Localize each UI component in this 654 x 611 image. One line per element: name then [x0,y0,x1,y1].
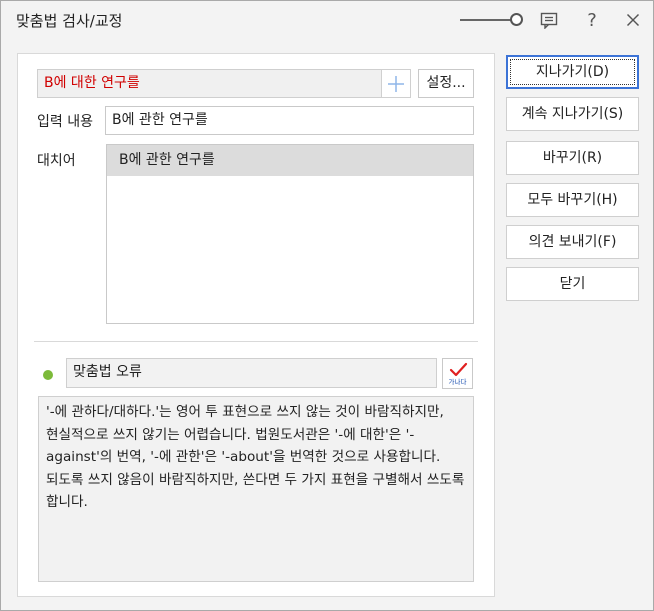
title-bar: 맞춤법 검사/교정 ? [1,1,653,38]
input-field[interactable]: B에 관한 연구를 [105,106,474,135]
spell-check-dialog: 맞춤법 검사/교정 ? B에 대한 연구를 설정... 입력 내용 B에 관한 … [0,0,654,611]
main-panel: B에 대한 연구를 설정... 입력 내용 B에 관한 연구를 대치어 B에 관… [17,53,495,597]
rule-description: '-에 관하다/대하다.'는 영어 투 표현으로 쓰지 않는 것이 바람직하지만… [38,396,474,582]
close-button[interactable]: 닫기 [506,267,639,301]
spellcheck-icon: 가나다 [449,362,468,386]
skip-button[interactable]: 지나가기(D) [506,55,639,89]
dialog-title: 맞춤법 검사/교정 [16,12,123,30]
close-icon[interactable] [622,9,644,31]
settings-button[interactable]: 설정... [418,69,474,98]
replace-button[interactable]: 바꾸기(R) [506,141,639,175]
error-word-field: B에 대한 연구를 [37,69,384,98]
replace-all-button[interactable]: 모두 바꾸기(H) [506,183,639,217]
comment-icon[interactable] [538,9,560,31]
input-label: 입력 내용 [37,114,93,130]
status-dot-icon [43,370,53,380]
zoom-slider-track [460,19,512,21]
send-feedback-button[interactable]: 의견 보내기(F) [506,225,639,259]
add-word-button[interactable] [381,69,411,98]
skip-all-button[interactable]: 계속 지나가기(S) [506,97,639,131]
suggestions-list[interactable]: B에 관한 연구를 [106,144,474,324]
suggestion-item[interactable]: B에 관한 연구를 [107,145,473,176]
plus-icon [388,75,404,92]
rule-name-field: 맞춤법 오류 [66,358,437,388]
zoom-slider-knob[interactable] [510,13,523,26]
zoom-slider[interactable] [460,12,523,28]
help-icon[interactable]: ? [581,9,603,31]
rule-check-button[interactable]: 가나다 [442,358,473,389]
svg-text:가나다: 가나다 [449,377,467,386]
divider [34,341,478,342]
suggestions-label: 대치어 [37,153,76,169]
